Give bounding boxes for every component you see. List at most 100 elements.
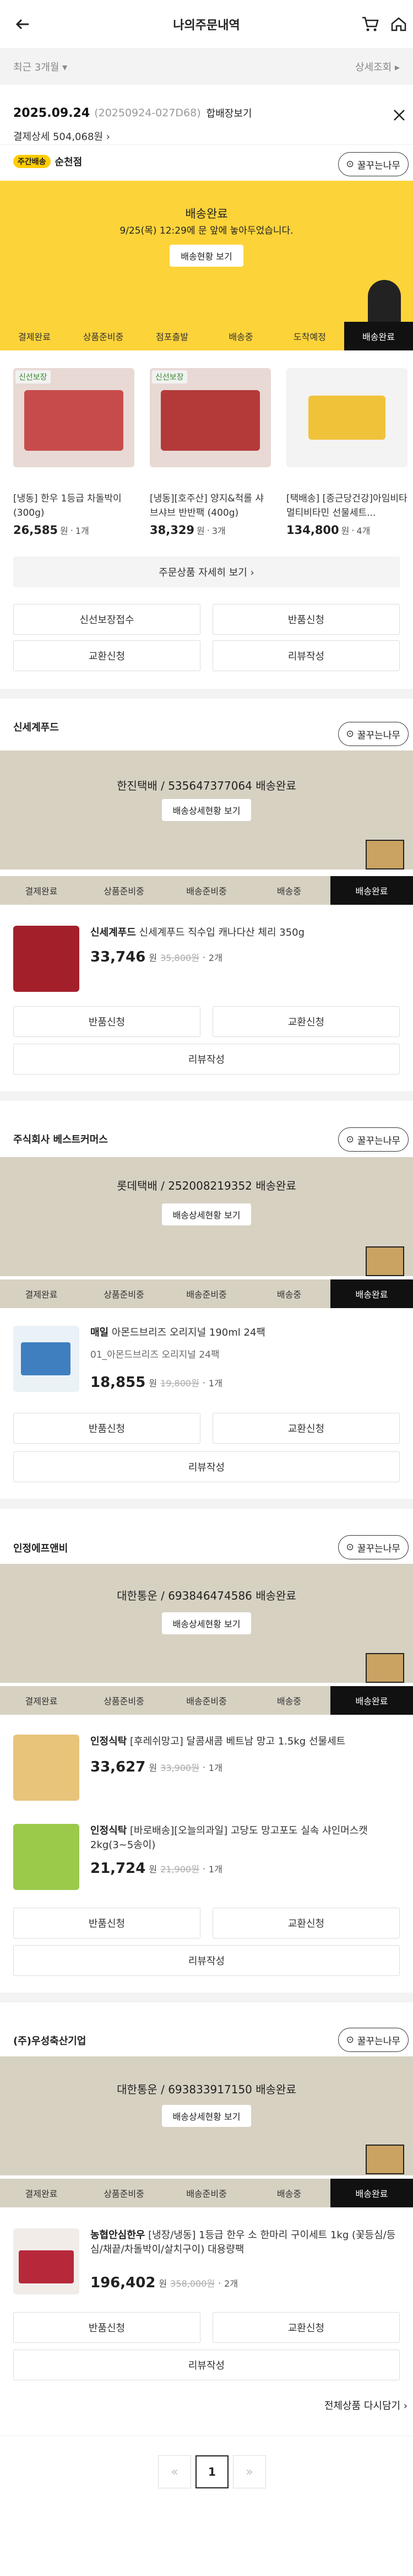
delivery-detail-button[interactable]: 배송상세현황 보기: [161, 2105, 252, 2127]
re-add-all-link[interactable]: 전체상품 다시담기 ›: [324, 2398, 407, 2412]
status-title: 대한통운 / 693833917150 배송완료: [117, 2083, 296, 2096]
product-name[interactable]: 신세계푸드 신세계푸드 직수입 캐나다산 체리 350g: [90, 926, 399, 940]
qty: 1개: [208, 1864, 222, 1875]
delivery-detail-button[interactable]: 배송상세현황 보기: [161, 1203, 252, 1225]
share-pill-button[interactable]: ⊙ 꿀꾸는나무: [338, 1127, 409, 1152]
share-icon: ⊙: [346, 1134, 354, 1145]
step-3: 점포출발: [156, 332, 188, 342]
delivery-detail-button[interactable]: 배송상세현황 보기: [161, 799, 252, 821]
qty-sep: ·: [206, 525, 210, 536]
status-button-wrap: 배송현황 보기: [0, 245, 413, 267]
seller-name: 주식회사 베스트커머스: [13, 1134, 108, 1146]
review-button[interactable]: 리뷰작성: [213, 640, 400, 671]
box-image: [366, 2145, 404, 2174]
return-button[interactable]: 반품신청: [13, 2312, 200, 2343]
box-image: [366, 1246, 404, 1276]
home-icon[interactable]: [389, 14, 409, 34]
back-arrow-icon[interactable]: [13, 14, 33, 34]
page-number-current[interactable]: 1: [195, 2455, 229, 2488]
delivery-type-badge: 주간배송: [13, 155, 51, 168]
step-4: 배송중: [276, 1289, 302, 1300]
review-button[interactable]: 리뷰작성: [13, 1451, 400, 1482]
share-pill-button[interactable]: ⊙ 꿀꾸는나무: [338, 2028, 409, 2052]
exchange-button[interactable]: 교환신청: [213, 1413, 400, 1444]
product-title: 신세계푸드 직수입 캐나다산 체리 350g: [139, 927, 305, 938]
product-name[interactable]: 인정식탁 [후레쉬망고] 달콤새콤 베트남 망고 1.5kg 선물세트: [90, 1735, 399, 1749]
product-image[interactable]: [13, 926, 79, 992]
return-button[interactable]: 반품신청: [13, 1908, 200, 1938]
box-image: [366, 1653, 404, 1683]
exchange-button[interactable]: 교환신청: [213, 1006, 400, 1037]
close-icon[interactable]: [391, 107, 407, 126]
delivery-status-button[interactable]: 배송현황 보기: [170, 245, 243, 267]
exchange-button[interactable]: 교환신청: [13, 640, 200, 671]
return-button[interactable]: 반품신청: [213, 604, 400, 635]
cart-icon[interactable]: [360, 14, 380, 34]
brand-name: 농협안심한우: [90, 2229, 145, 2241]
meat-image-shape: [24, 390, 123, 451]
product-image[interactable]: [13, 1326, 79, 1392]
original-price: 21,900원: [160, 1864, 199, 1875]
product-option: 01_아몬드브리즈 오리지널 24팩: [90, 1349, 220, 1360]
product-image-grape[interactable]: [13, 1824, 79, 1890]
original-price: 19,800원: [160, 1378, 199, 1389]
price: 196,402: [90, 2275, 156, 2291]
step-5-active: 배송완료: [330, 876, 413, 905]
price-unit: 원: [149, 1763, 157, 1773]
exchange-button[interactable]: 교환신청: [213, 1908, 400, 1938]
qty-sep: ·: [202, 1762, 205, 1773]
step-1: 결제완료: [25, 1289, 58, 1300]
step-4: 배송중: [276, 1696, 302, 1706]
qty-sep: ·: [202, 1863, 205, 1874]
section-divider: [0, 1992, 413, 2002]
merge-view-link[interactable]: 합배장보기: [206, 106, 252, 120]
product-name[interactable]: 농협안심한우 [냉장/냉동] 1등급 한우 소 한마리 구이세트 1kg (꽃등…: [90, 2228, 399, 2257]
exchange-button[interactable]: 교환신청: [213, 2312, 400, 2343]
review-button[interactable]: 리뷰작성: [13, 1945, 400, 1976]
delivery-detail-button[interactable]: 배송상세현황 보기: [161, 1612, 252, 1634]
share-pill-button[interactable]: ⊙ 꿀꾸는나무: [338, 1535, 409, 1559]
seller-name: 신세계푸드: [13, 722, 59, 733]
share-pill-label: 꿀꾸는나무: [357, 160, 400, 171]
product-image[interactable]: [13, 2228, 79, 2294]
step-4: 배송중: [276, 2189, 302, 2199]
divider: [0, 144, 413, 145]
product-image-mango[interactable]: [13, 1735, 79, 1801]
status-title: 한진택배 / 535647377064 배송완료: [117, 779, 296, 792]
status-title: 배송완료: [185, 207, 228, 220]
order-detail-button[interactable]: 주문상품 자세히 보기 ›: [13, 557, 400, 587]
share-icon: ⊙: [346, 1542, 354, 1553]
next-page-button[interactable]: »: [233, 2455, 266, 2488]
qty-1: 1개: [75, 526, 89, 536]
brand-name: 인정식탁: [90, 1825, 127, 1837]
product-image-3[interactable]: [286, 368, 407, 467]
fresh-claim-button[interactable]: 신선보장접수: [13, 604, 200, 635]
period-dropdown[interactable]: 최근 3개월 ▾: [13, 60, 67, 74]
filter-bar: 최근 3개월 ▾ 상세조회 ▸: [0, 48, 413, 85]
review-button[interactable]: 리뷰작성: [13, 2350, 400, 2380]
return-button[interactable]: 반품신청: [13, 1413, 200, 1444]
product-name[interactable]: 매일 아몬드브리즈 오리지널 190ml 24팩: [90, 1326, 399, 1340]
detail-search-link[interactable]: 상세조회 ▸: [355, 60, 400, 74]
return-button[interactable]: 반품신청: [13, 1006, 200, 1037]
section-divider: [0, 1499, 413, 1509]
price-unit: 원: [197, 526, 205, 536]
share-pill-button[interactable]: ⊙ 꿀꾸는나무: [338, 722, 409, 746]
price-unit: 원: [60, 526, 68, 536]
payment-detail-link[interactable]: 결제상세 504,068원 ›: [13, 129, 110, 143]
share-pill-label: 꿀꾸는나무: [357, 1543, 400, 1554]
review-button[interactable]: 리뷰작성: [13, 1044, 400, 1074]
product-name[interactable]: 인정식탁 [바로배송][오늘의과일] 고당도 망고포도 실속 샤인머스캣 2kg…: [90, 1824, 399, 1853]
product-name-3[interactable]: [택배송] [종근당건강]아임비타 멀티비타민 선물세트...: [286, 492, 407, 520]
share-pill-button[interactable]: ⊙ 꿀꾸는나무: [338, 152, 409, 176]
price-row: 18,855 원 19,800원 · 1개: [90, 1374, 222, 1391]
qty: 1개: [208, 1763, 222, 1773]
product-name-2[interactable]: [냉동][호주산] 양지&척롤 샤브샤브 반반팩 (400g): [150, 492, 271, 520]
delivery-steps: 결제완료 상품준비중 배송준비중 배송중 배송완료: [0, 1686, 413, 1715]
product-name-1[interactable]: [냉동] 한우 1등급 차돌박이 (300g): [13, 492, 134, 520]
step-6-active: 배송완료: [344, 322, 413, 350]
share-icon: ⊙: [346, 728, 354, 739]
prev-page-button[interactable]: «: [158, 2455, 191, 2488]
order-header: 2025.09.24 (20250924-027D68) 합배장보기: [13, 106, 252, 120]
qty: 2개: [224, 2278, 238, 2289]
